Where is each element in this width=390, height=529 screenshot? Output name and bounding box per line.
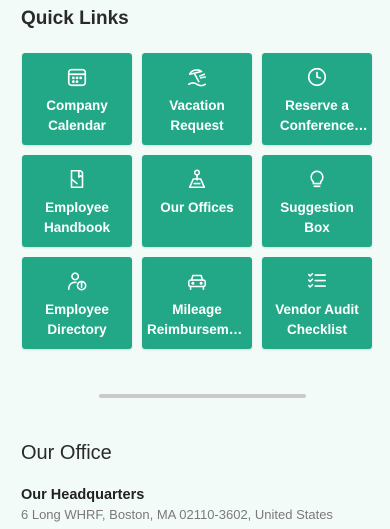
tile-vendor-audit[interactable]: Vendor Audit Checklist: [262, 257, 372, 349]
horizontal-scrollbar[interactable]: [99, 394, 306, 398]
directory-icon: [66, 270, 88, 292]
tile-company-calendar[interactable]: Company Calendar: [22, 53, 132, 145]
checklist-icon: [306, 270, 328, 292]
tile-our-offices[interactable]: Our Offices: [142, 155, 252, 247]
tile-mileage-reimbursement[interactable]: Mileage Reimbursement: [142, 257, 252, 349]
map-pin-icon: [186, 168, 208, 190]
tile-suggestion-box[interactable]: Suggestion Box: [262, 155, 372, 247]
car-icon: [186, 270, 208, 292]
calendar-icon: [66, 66, 88, 88]
tile-label: Reserve a Conference Room: [279, 98, 355, 133]
tile-employee-handbook[interactable]: Employee Handbook: [22, 155, 132, 247]
tile-label: Vacation Request: [169, 98, 225, 133]
tile-reserve-conference-room[interactable]: Reserve a Conference Room: [262, 53, 372, 145]
tile-vacation-request[interactable]: Vacation Request: [142, 53, 252, 145]
tile-label: Employee Handbook: [44, 200, 110, 235]
beach-umbrella-icon: [186, 66, 208, 88]
tile-employee-directory[interactable]: Employee Directory: [22, 257, 132, 349]
tile-label: Employee Directory: [45, 302, 109, 337]
lightbulb-icon: [306, 168, 328, 190]
clock-icon: [306, 66, 328, 88]
tile-label: Mileage Reimbursement: [147, 302, 247, 337]
headquarters-name: Our Headquarters: [21, 487, 145, 503]
tile-label: Company Calendar: [46, 98, 108, 133]
headquarters-address: 6 Long WHRF, Boston, MA 02110-3602, Unit…: [21, 507, 333, 522]
quick-links-grid: Company Calendar Vacation Request Reserv…: [22, 53, 372, 349]
tile-label: Vendor Audit Checklist: [275, 302, 359, 337]
tile-label: Our Offices: [160, 200, 234, 215]
handbook-icon: [66, 168, 88, 190]
our-office-title: Our Office: [21, 442, 112, 464]
tile-label: Suggestion Box: [280, 200, 354, 235]
quick-links-title: Quick Links: [21, 8, 129, 29]
